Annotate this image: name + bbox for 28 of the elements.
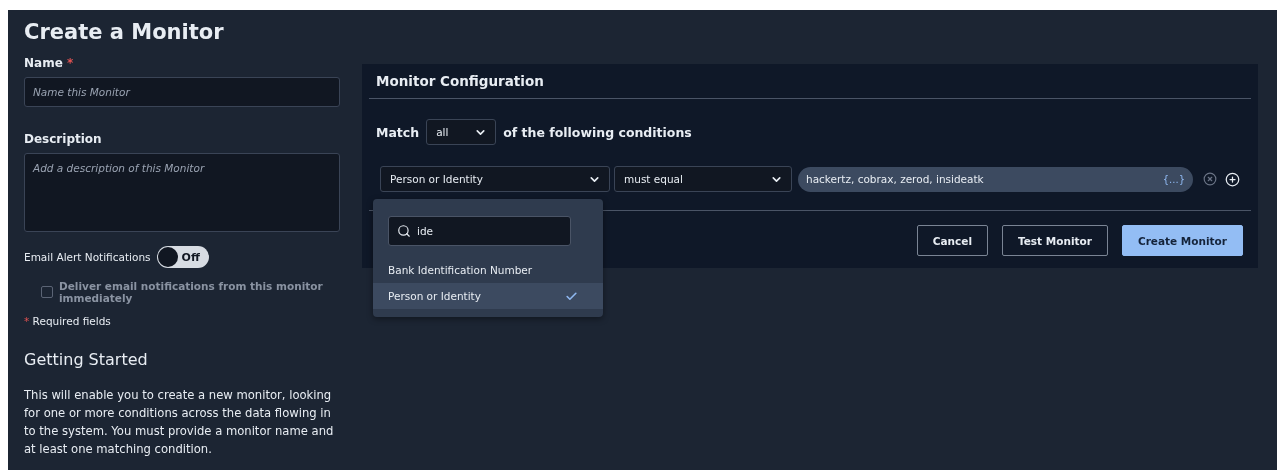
page-title: Create a Monitor [24,20,225,44]
match-select[interactable]: all [426,119,497,145]
dropdown-option[interactable]: Bank Identification Number [373,257,603,283]
dropdown-option[interactable]: Person or Identity [373,283,603,309]
match-label: Match [376,124,420,140]
match-suffix: of the following conditions [503,124,692,140]
toggle-label: Email Alert Notifications [24,251,151,263]
section-heading: Getting Started [24,350,149,369]
field-label: Description [24,132,103,146]
checkmark-icon [565,289,578,303]
action-button[interactable]: Create Monitor [1121,225,1243,256]
intro-paragraph: This will enable you to create a new monitor, looking for one or more conditions across the data flowing in to the system. You must provide a monitor name and at least one matching condition. [24,387,335,458]
add-icon[interactable] [1225,171,1240,187]
panel-title: Monitor Configuration [369,64,1251,99]
checkbox-label: Deliver email notifications from this monitor immediately [59,280,324,304]
operator-select[interactable]: must equal [614,166,792,192]
description-input[interactable]: Add a description of this Monitor [24,153,340,232]
action-button[interactable]: Test Monitor [1002,225,1108,256]
action-button[interactable]: Cancel [916,225,988,256]
field-label: Name * [24,56,75,70]
search-field[interactable]: ide [388,216,571,246]
value-input[interactable]: hackertz, cobrax, zerod, insideatk {...} [798,166,1193,192]
email-toggle[interactable]: Off [156,246,209,268]
search-icon [397,224,411,238]
required-note: * Required fields [24,315,112,327]
field-select[interactable]: Person or Identity [380,166,610,192]
remove-icon[interactable] [1203,172,1217,186]
name-input[interactable]: Name this Monitor [24,77,340,107]
